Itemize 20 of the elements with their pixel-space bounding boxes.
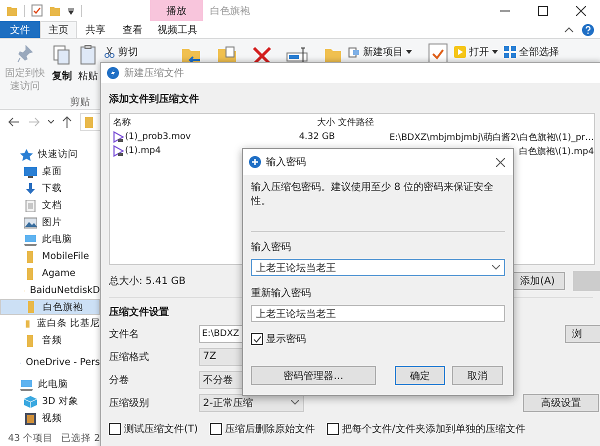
field-label: 输入密码 [251, 240, 292, 254]
section-heading: 添加文件到压缩文件 [109, 92, 199, 107]
file-path: E:\BDXZ\mbjmbjmbj\萌白酱2\白色旗袍\(1)_pr… [388, 132, 594, 144]
field-label: 文件名 [109, 328, 140, 340]
dialog-message: 输入压缩包密码。建议使用至少 8 位的密码来保证安全性。 [251, 181, 495, 209]
dialog-title: 新建压缩文件 [124, 66, 184, 80]
dialog-title: 输入密码 [266, 156, 306, 169]
status-text: 已选择 2 [61, 432, 100, 444]
field-label: 压缩级别 [109, 396, 150, 410]
context-tab-header: 播放 [150, 0, 203, 21]
status-text: 43 个项目 [8, 432, 54, 444]
section-heading: 压缩文件设置 [109, 306, 169, 320]
field-label: 压缩格式 [109, 350, 150, 364]
total-size: 总大小: 5.41 GB [109, 274, 186, 288]
file-path: 白色旗袍\(1).mp4 [518, 146, 594, 158]
field-label: 分卷 [109, 374, 130, 386]
ribbon-group-label: 剪贴 [70, 97, 90, 108]
window-title: 白色旗袍 [210, 4, 250, 18]
field-label: 重新输入密码 [251, 286, 312, 300]
file-size: 4.32 GB [298, 132, 335, 142]
